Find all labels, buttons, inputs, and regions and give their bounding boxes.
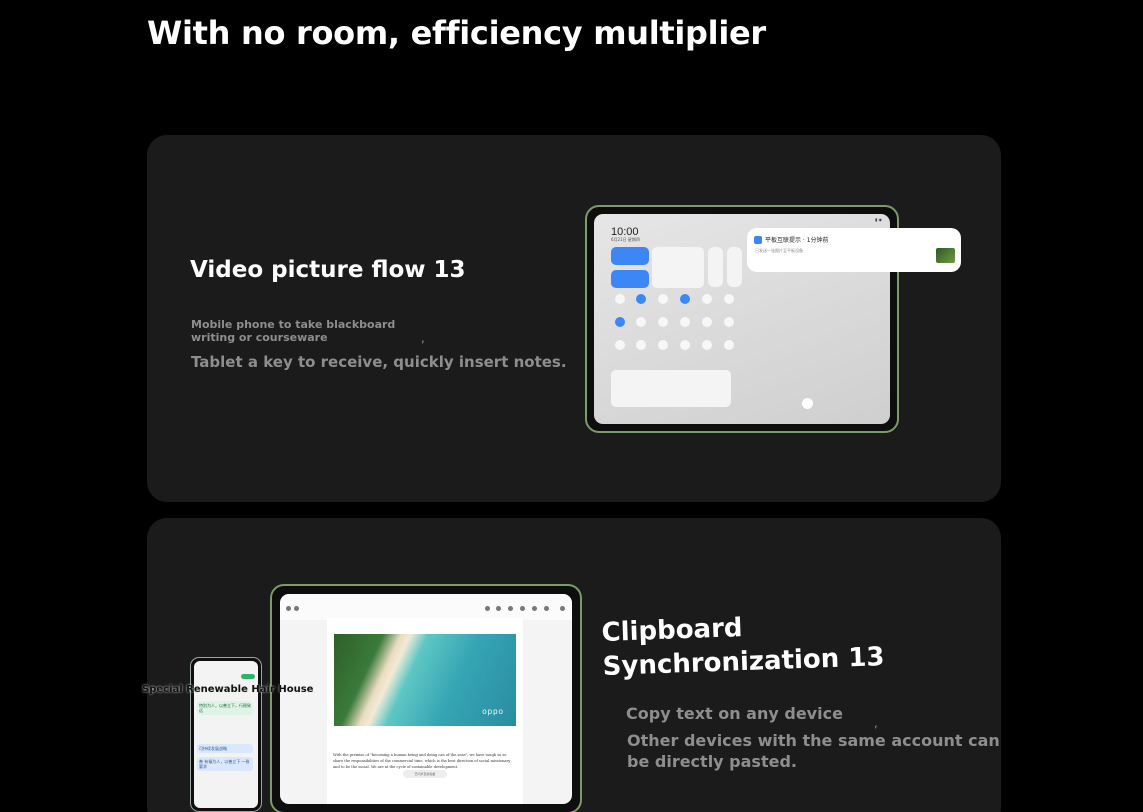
toggle-icon[interactable] — [702, 340, 712, 350]
toggle-icon[interactable] — [615, 340, 625, 350]
tablet-screen-document: oppo With the premise of "becoming a hum… — [280, 594, 572, 804]
sidebar-icon[interactable] — [294, 606, 299, 611]
phone-overlay-label: Special Renewable Hair House — [142, 684, 314, 695]
wifi-tile[interactable] — [611, 247, 649, 265]
feature-description-line2: Other devices with the same account can … — [627, 731, 1000, 771]
feature-card-video-flow: Video picture flow 13 Mobile phone to ta… — [147, 135, 1001, 502]
app-icon — [754, 236, 762, 244]
chat-bubble: 可持续发展战略 — [197, 744, 253, 753]
brand-logo: oppo — [482, 707, 504, 716]
text-icon[interactable] — [496, 606, 501, 611]
clipboard-toast[interactable]: 已同步至剪贴板 — [403, 770, 447, 778]
page-title: With no room, efficiency multiplier — [147, 14, 766, 52]
check-icon[interactable] — [560, 606, 565, 611]
chat-bubble: 善 有福为人，以善立下 一致 要求 — [197, 757, 253, 771]
toggle-icon[interactable] — [680, 317, 690, 327]
toggle-icon[interactable] — [680, 294, 690, 304]
toggle-icon[interactable] — [724, 294, 734, 304]
status-icons: ▮ ◉ — [875, 217, 882, 222]
share-icon[interactable] — [532, 606, 537, 611]
toggle-icon[interactable] — [636, 294, 646, 304]
volume-slider[interactable] — [727, 247, 742, 287]
feature-description-line1: Copy text on any device — [626, 704, 843, 723]
notification-title: 平板互联提示 · 1分钟前 — [765, 237, 829, 244]
toggle-icon[interactable] — [680, 340, 690, 350]
bluetooth-tile[interactable] — [611, 270, 649, 288]
toggle-icon[interactable] — [615, 294, 625, 304]
toggle-icon[interactable] — [636, 317, 646, 327]
tablet-notification[interactable]: 平板互联提示 · 1分钟前 已发送一张图片至平板设备 — [747, 228, 961, 272]
brightness-slider[interactable] — [708, 247, 723, 287]
toggle-icon[interactable] — [724, 340, 734, 350]
toggle-icon[interactable] — [658, 294, 668, 304]
feature-comma: , — [874, 716, 878, 730]
feature-description: Tablet a key to receive, quickly insert … — [191, 353, 567, 371]
document-toolbar — [280, 594, 572, 620]
close-icon[interactable] — [286, 606, 291, 611]
phone-mockup: 特别为人，以善立下，行稳致远 可持续发展战略 善 有福为人，以善立下 一致 要求 — [190, 657, 262, 812]
send-button[interactable] — [241, 674, 255, 679]
toggle-icon[interactable] — [636, 340, 646, 350]
pen-icon[interactable] — [520, 606, 525, 611]
image-icon[interactable] — [508, 606, 513, 611]
recent-items-panel[interactable] — [611, 370, 731, 407]
toggle-icon[interactable] — [658, 340, 668, 350]
toggle-icon[interactable] — [658, 317, 668, 327]
more-icon[interactable] — [544, 606, 549, 611]
search-icon[interactable] — [485, 606, 490, 611]
tablet-date: 6月21日 星期四 — [611, 237, 640, 242]
home-button-icon[interactable] — [802, 398, 813, 409]
image-thumbnail — [936, 248, 955, 263]
feature-small-text: Mobile phone to take blackboard writing … — [191, 318, 396, 344]
document-page: oppo With the premise of "becoming a hum… — [327, 618, 523, 804]
media-tile[interactable] — [652, 247, 704, 288]
chat-bubble: 特别为人，以善立下，行稳致远 — [197, 701, 253, 715]
notification-subtitle: 已发送一张图片至平板设备 — [755, 248, 803, 253]
tablet-mockup: oppo With the premise of "becoming a hum… — [270, 584, 582, 812]
feature-comma: , — [421, 331, 425, 345]
document-body-text: With the premise of "becoming a human be… — [333, 753, 511, 769]
toggle-icon[interactable] — [615, 317, 625, 327]
feature-title: Video picture flow 13 — [190, 257, 466, 283]
feature-title: Clipboard Synchronization 13 — [601, 606, 885, 684]
toggle-icon[interactable] — [702, 317, 712, 327]
toggle-icon[interactable] — [724, 317, 734, 327]
toggle-icon[interactable] — [702, 294, 712, 304]
beach-photo: oppo — [334, 634, 516, 726]
